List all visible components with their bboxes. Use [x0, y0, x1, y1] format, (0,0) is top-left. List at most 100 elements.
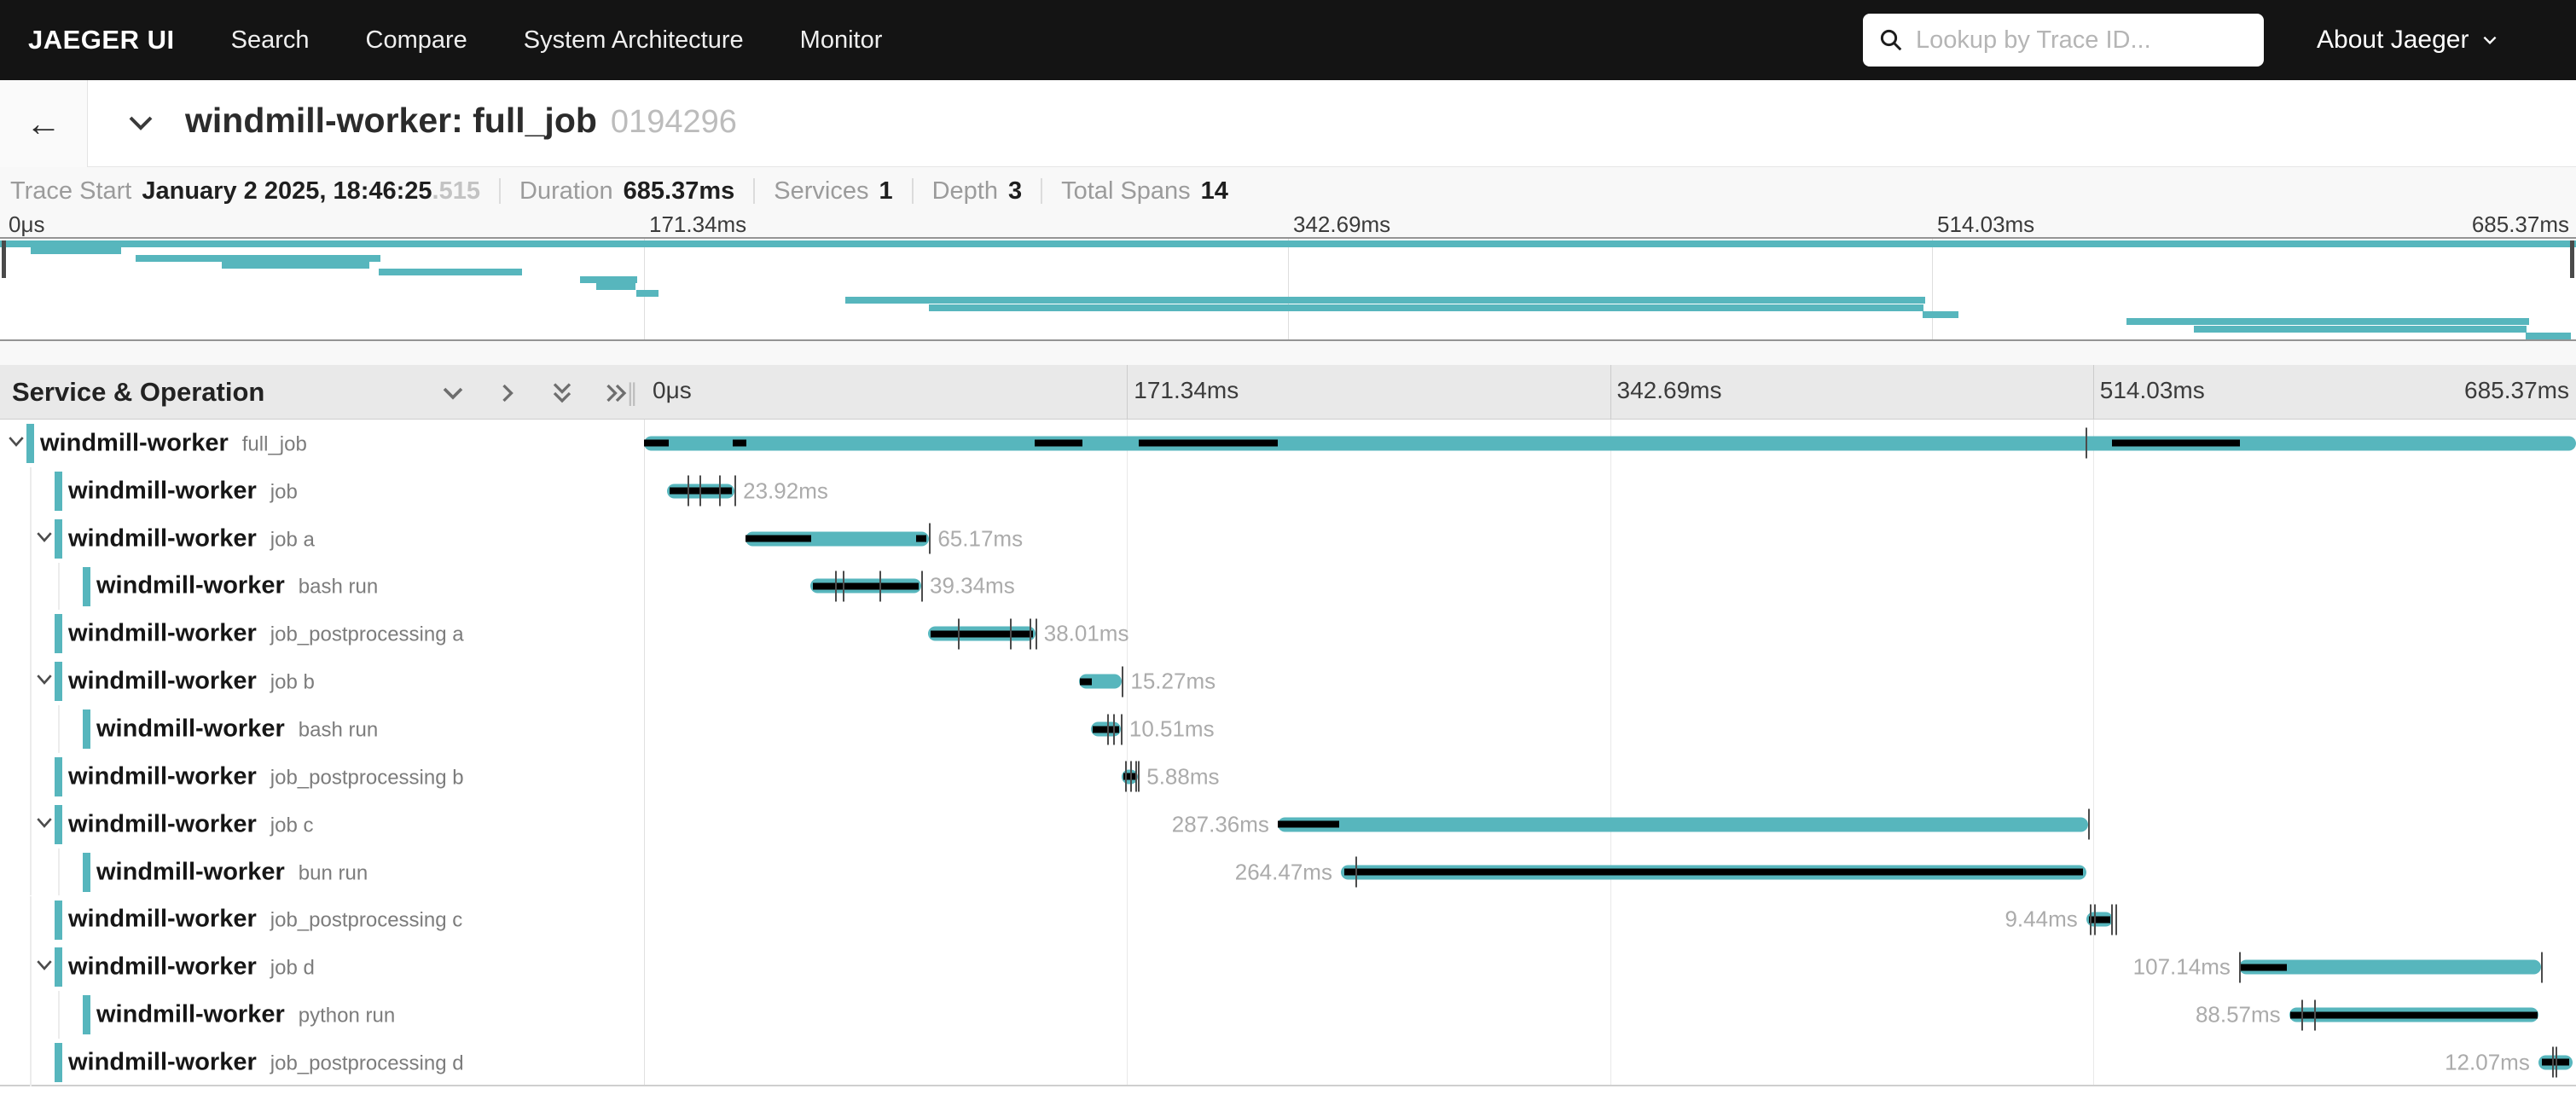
span-duration-label: 12.07ms — [2445, 1049, 2530, 1075]
trace-summary-band: Trace StartJanuary 2 2025, 18:46:25.515D… — [0, 167, 2576, 365]
child-time-fill — [916, 536, 926, 542]
expand-one-icon[interactable] — [495, 380, 520, 406]
collapse-one-icon[interactable] — [438, 380, 467, 406]
trace-info-label: Services — [774, 177, 868, 206]
table-row-job-postprocessing-b[interactable]: windmill-workerjob_postprocessing b5.88m… — [0, 753, 2576, 801]
trace-lookup-box[interactable]: Lookup by Trace ID... — [1863, 14, 2264, 67]
minimap-span-bar — [2526, 333, 2571, 339]
span-duration-bar[interactable] — [1079, 675, 1122, 689]
column-resize-grip[interactable]: ∥ — [626, 379, 638, 407]
span-name-cell: windmill-workerbash run — [0, 705, 644, 753]
collapse-trace-chevron[interactable] — [122, 106, 160, 144]
service-name: windmill-workerjob_postprocessing b — [68, 762, 464, 791]
span-collapse-chevron[interactable] — [35, 671, 54, 692]
minimap-span-bar — [2126, 318, 2529, 325]
collapse-all-icon[interactable] — [548, 380, 577, 406]
table-row-job[interactable]: windmill-workerjob23.92ms — [0, 467, 2576, 515]
span-duration-label: 38.01ms — [1044, 621, 1129, 647]
app-brand[interactable]: JAEGER UI — [28, 25, 175, 55]
timeline-minimap[interactable] — [0, 237, 2576, 341]
span-duration-bar[interactable] — [1091, 722, 1121, 737]
span-bar-cell: 107.14ms — [644, 943, 2576, 991]
table-row-bash-run[interactable]: windmill-workerbash run39.34ms — [0, 563, 2576, 611]
span-duration-bar[interactable] — [746, 531, 929, 546]
tree-guide-line — [30, 515, 32, 563]
log-marker — [921, 570, 923, 601]
chevron-down-icon — [2480, 31, 2499, 49]
back-button[interactable]: ← — [0, 80, 88, 167]
span-collapse-chevron[interactable] — [35, 957, 54, 978]
table-row-job-postprocessing-c[interactable]: windmill-workerjob_postprocessing c9.44m… — [0, 896, 2576, 944]
service-accent-bar — [26, 424, 34, 463]
span-duration-bar[interactable] — [1341, 865, 2086, 879]
log-marker — [1122, 666, 1123, 697]
span-duration-label: 88.57ms — [2196, 1002, 2281, 1028]
minimap-span-bar — [596, 283, 635, 290]
span-duration-bar[interactable] — [644, 436, 2576, 450]
service-accent-bar — [55, 472, 62, 511]
trace-info-label: Total Spans — [1061, 177, 1191, 206]
header-tick-label: 171.34ms — [1134, 377, 1239, 404]
table-row-bash-run[interactable]: windmill-workerbash run10.51ms — [0, 705, 2576, 753]
table-row-job-postprocessing-d[interactable]: windmill-workerjob_postprocessing d 12.07… — [0, 1039, 2576, 1086]
span-duration-bar[interactable] — [2239, 960, 2541, 975]
span-bar-cell: 12.07ms — [644, 1039, 2576, 1086]
log-marker — [2552, 1047, 2554, 1078]
log-marker — [2541, 952, 2543, 982]
span-duration-bar[interactable] — [928, 627, 1036, 641]
span-collapse-chevron[interactable] — [35, 528, 54, 549]
service-name: windmill-workerpython run — [96, 1001, 395, 1029]
table-row-job-postprocessing-a[interactable]: windmill-workerjob_postprocessing a 38.01… — [0, 610, 2576, 657]
log-marker — [734, 476, 736, 507]
span-duration-label: 107.14ms — [2133, 954, 2231, 981]
trace-info-bar: Trace StartJanuary 2 2025, 18:46:25.515D… — [10, 174, 1228, 208]
service-operation-header: Service & Operation — [12, 377, 264, 408]
viewport-left-handle[interactable] — [2, 240, 6, 278]
log-marker — [1107, 714, 1109, 744]
nav-items: Search Compare System Architecture Monitor — [231, 26, 883, 55]
table-row-python-run[interactable]: windmill-workerpython run 88.57ms — [0, 991, 2576, 1039]
span-duration-label: 264.47ms — [1235, 859, 1332, 885]
span-duration-bar[interactable] — [2538, 1055, 2573, 1069]
span-collapse-chevron[interactable] — [7, 432, 26, 454]
nav-item-system-architecture[interactable]: System Architecture — [524, 26, 744, 55]
log-marker — [1355, 857, 1357, 888]
table-row-job-b[interactable]: windmill-workerjob b15.27ms — [0, 657, 2576, 705]
table-row-job-c[interactable]: windmill-workerjob c287.36ms — [0, 801, 2576, 848]
minimap-gridline — [1288, 239, 1289, 339]
viewport-right-handle[interactable] — [2570, 240, 2574, 278]
span-duration-bar[interactable] — [1278, 817, 2088, 831]
service-name: windmill-workerjob a — [68, 524, 315, 553]
table-row-full-job[interactable]: windmill-workerfull_job — [0, 420, 2576, 467]
tree-guide-line — [58, 991, 60, 1039]
tree-guide-line — [30, 801, 32, 848]
tree-controls — [438, 380, 629, 406]
log-marker — [835, 570, 837, 601]
span-name-cell: windmill-workerjob_postprocessing d — [0, 1039, 644, 1086]
minimap-tick-label: 342.69ms — [1293, 211, 1390, 238]
trace-title-text: windmill-worker: full_job — [185, 101, 597, 140]
trace-info-value: 14 — [1201, 177, 1228, 206]
nav-item-search[interactable]: Search — [231, 26, 310, 55]
log-marker — [699, 476, 701, 507]
span-duration-bar[interactable] — [2086, 912, 2113, 927]
minimap-span-bar — [0, 240, 2576, 247]
span-duration-bar[interactable] — [2289, 1008, 2539, 1022]
nav-item-compare[interactable]: Compare — [366, 26, 467, 55]
table-row-job-d[interactable]: windmill-workerjob d107.14ms — [0, 943, 2576, 991]
span-duration-bar[interactable] — [810, 579, 921, 594]
about-jaeger-menu[interactable]: About Jaeger — [2317, 0, 2499, 80]
nav-item-monitor[interactable]: Monitor — [800, 26, 883, 55]
span-name-cell: windmill-workerjob_postprocessing a — [0, 610, 644, 657]
span-collapse-chevron[interactable] — [35, 814, 54, 835]
span-duration-bar[interactable] — [667, 484, 734, 498]
table-row-bun-run[interactable]: windmill-workerbun run264.47ms — [0, 848, 2576, 896]
log-marker — [1130, 762, 1132, 792]
table-row-job-a[interactable]: windmill-workerjob a65.17ms — [0, 515, 2576, 563]
minimap-tick-label: 0μs — [9, 211, 44, 238]
span-duration-bar[interactable] — [1122, 769, 1138, 784]
header-gridline — [2093, 365, 2094, 419]
span-bar-cell: 264.47ms — [644, 848, 2576, 896]
operation-name: bash run — [299, 719, 378, 742]
log-marker — [2239, 952, 2241, 982]
